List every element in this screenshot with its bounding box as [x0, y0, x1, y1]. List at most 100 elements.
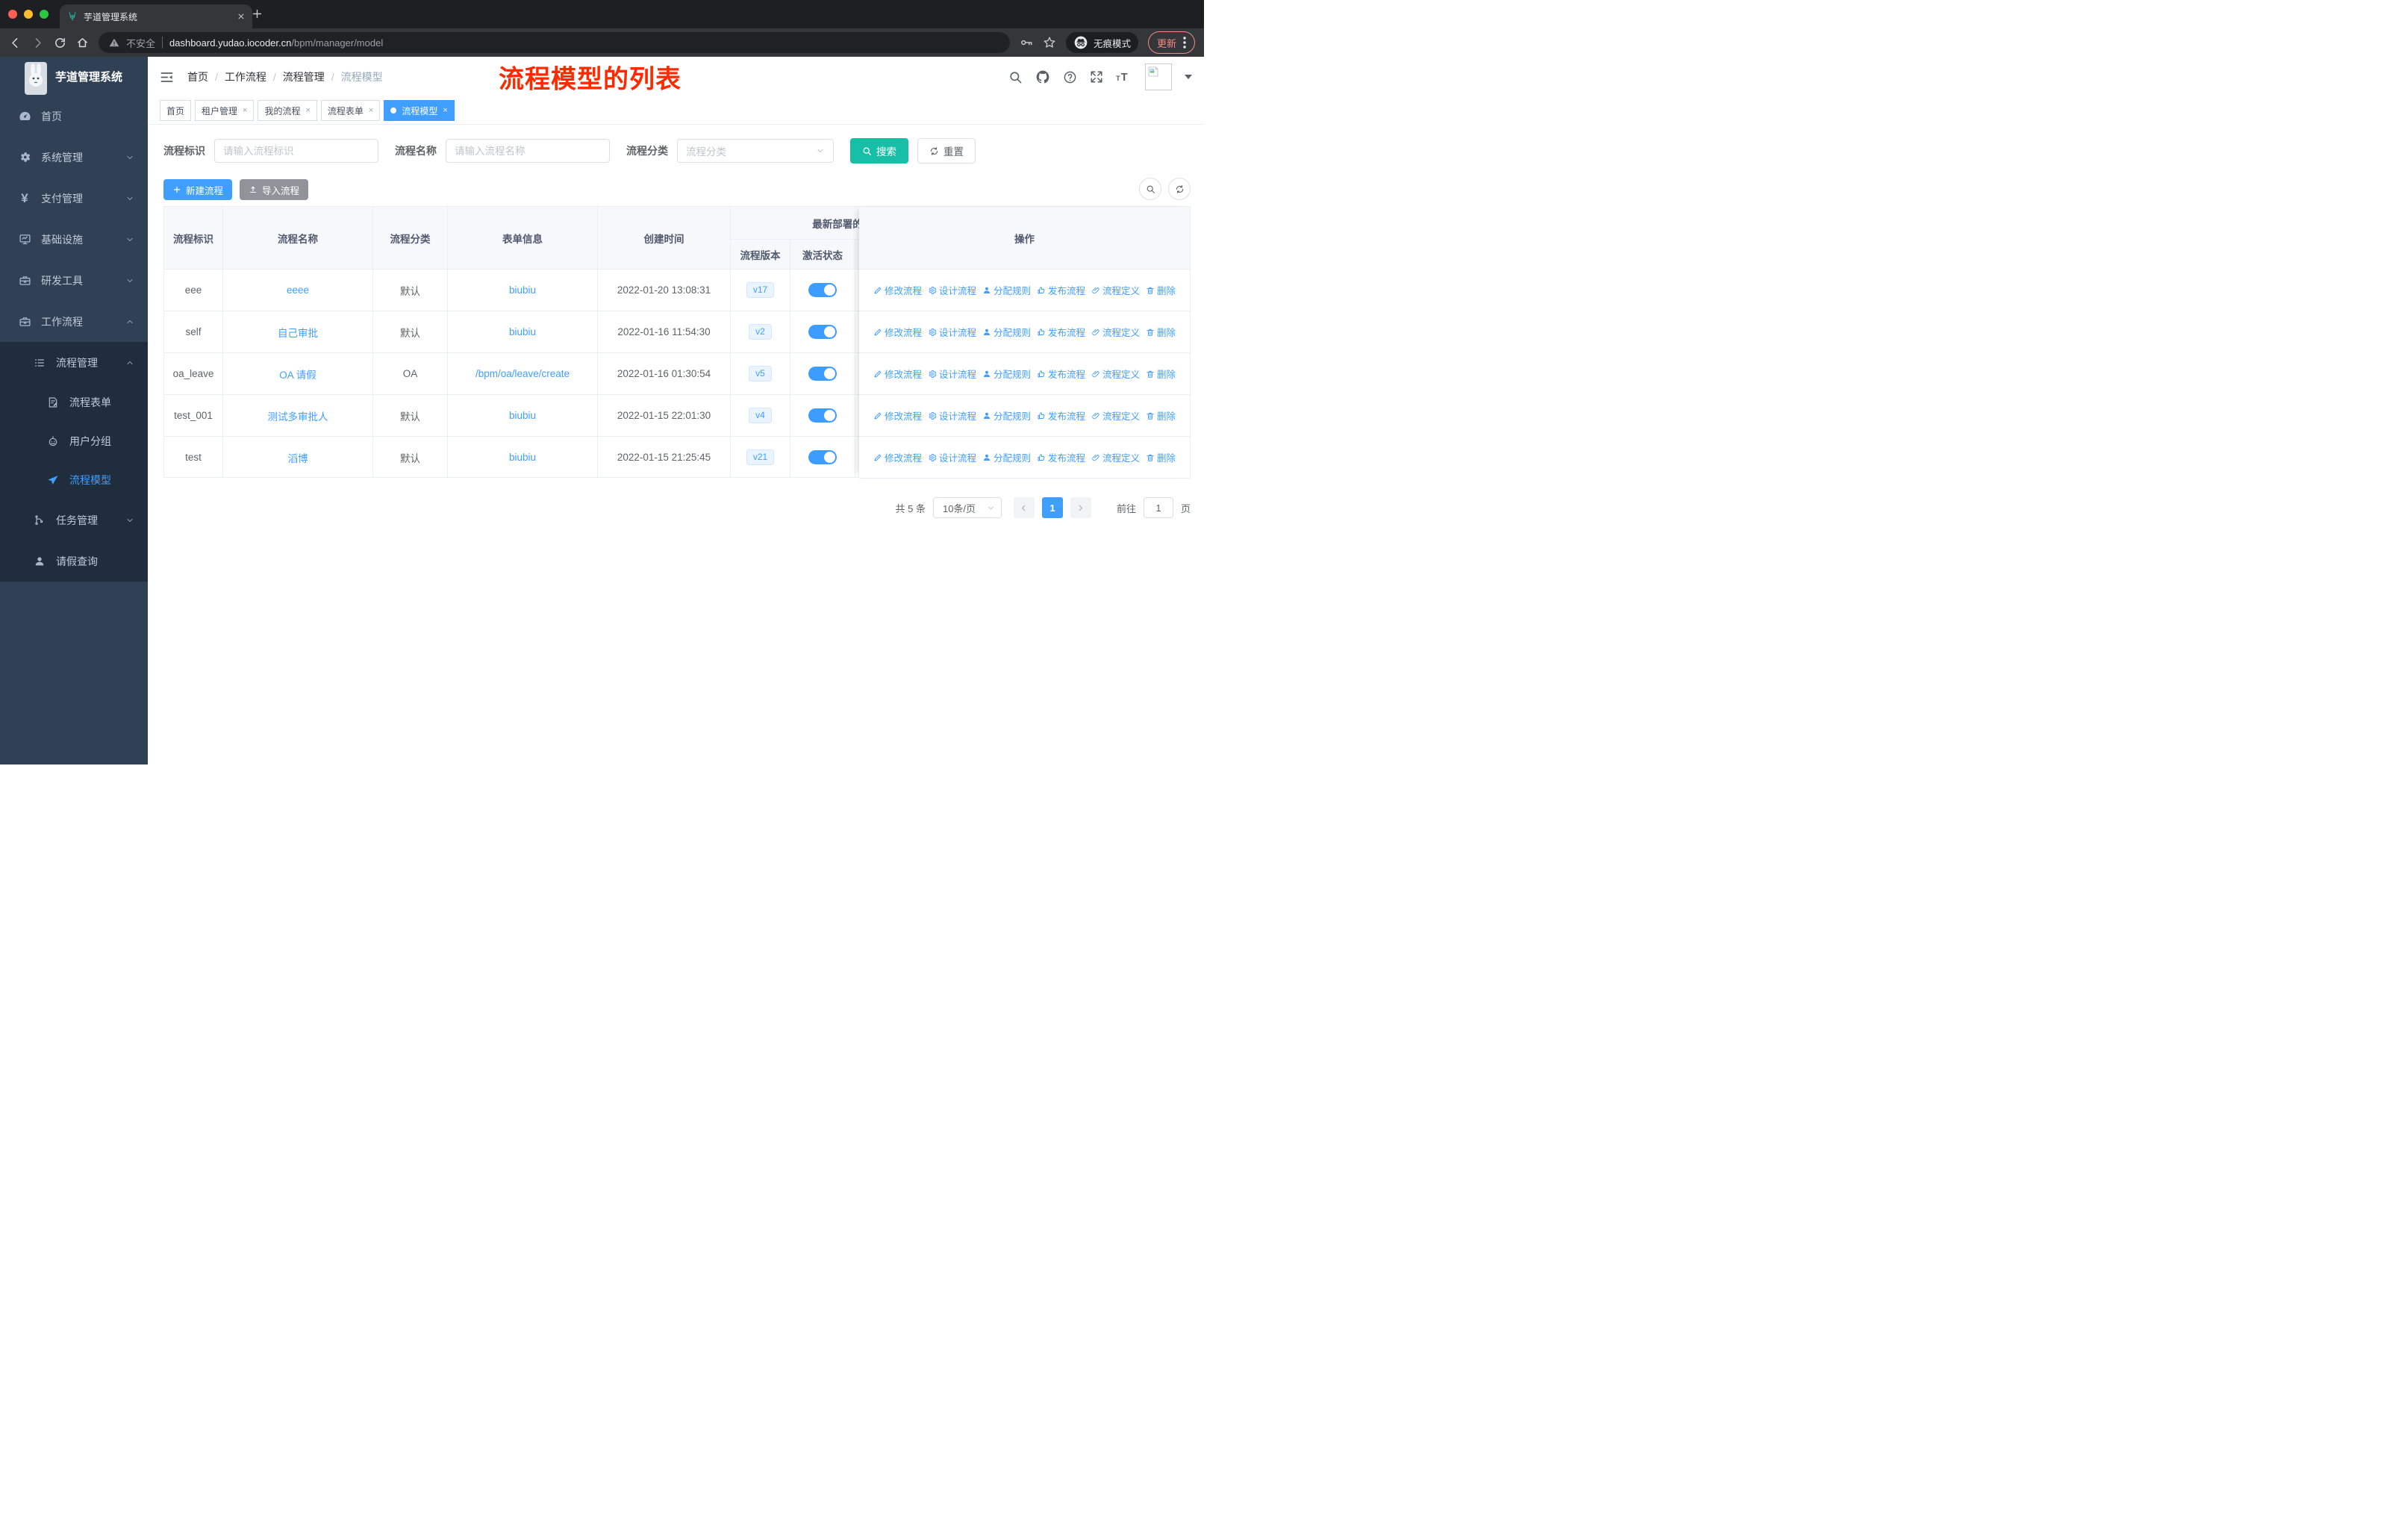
breadcrumb-item[interactable]: 流程管理 — [283, 69, 325, 84]
sidebar-item-home[interactable]: 首页 — [0, 96, 148, 137]
publish-process-action[interactable]: 发布流程 — [1037, 450, 1085, 464]
active-toggle[interactable] — [808, 283, 837, 297]
process-name-link[interactable]: 测试多审批人 — [268, 408, 328, 423]
url-bar[interactable]: 不安全 dashboard.yudao.iocoder.cn/bpm/manag… — [99, 32, 1010, 53]
fullscreen-icon[interactable] — [1090, 70, 1103, 84]
github-icon[interactable] — [1035, 69, 1050, 84]
toggle-search-icon[interactable] — [1139, 178, 1161, 200]
publish-process-action[interactable]: 发布流程 — [1037, 283, 1085, 297]
modify-process-action[interactable]: 修改流程 — [873, 408, 922, 423]
goto-page-input[interactable] — [1143, 497, 1173, 518]
new-tab-button[interactable] — [251, 7, 263, 20]
process-name-link[interactable]: OA 请假 — [279, 367, 316, 382]
modify-process-action[interactable]: 修改流程 — [873, 450, 922, 464]
assign-rule-action[interactable]: 分配规则 — [982, 283, 1031, 297]
form-info-link[interactable]: biubiu — [509, 452, 536, 463]
sidebar-item-infrastructure[interactable]: 基础设施 — [0, 219, 148, 260]
process-name-link[interactable]: 滔博 — [288, 450, 308, 465]
refresh-table-icon[interactable] — [1168, 178, 1191, 200]
sidebar-item-task-management[interactable]: 任务管理 — [0, 499, 148, 541]
form-info-link[interactable]: biubiu — [509, 284, 536, 296]
delete-process-action[interactable]: 删除 — [1146, 325, 1176, 339]
active-toggle[interactable] — [808, 408, 837, 423]
tag-home[interactable]: 首页 — [160, 100, 192, 121]
avatar-caret-icon[interactable] — [1185, 75, 1192, 79]
tag-my-process[interactable]: 我的流程 × — [258, 100, 317, 121]
sidebar-item-system[interactable]: 系统管理 — [0, 137, 148, 178]
process-category-select[interactable]: 流程分类 — [677, 139, 834, 163]
close-window-button[interactable] — [8, 10, 17, 19]
assign-rule-action[interactable]: 分配规则 — [982, 325, 1031, 339]
modify-process-action[interactable]: 修改流程 — [873, 283, 922, 297]
sidebar-item-process-model[interactable]: 流程模型 — [0, 461, 148, 499]
zoom-window-button[interactable] — [40, 10, 49, 19]
font-size-icon[interactable]: TT — [1116, 70, 1132, 84]
minimize-window-button[interactable] — [24, 10, 33, 19]
assign-rule-action[interactable]: 分配规则 — [982, 450, 1031, 464]
next-page-button[interactable] — [1070, 497, 1091, 518]
tag-close-icon[interactable]: × — [443, 106, 447, 115]
version-badge[interactable]: v5 — [749, 365, 772, 382]
design-process-action[interactable]: 设计流程 — [928, 408, 976, 423]
form-info-link[interactable]: /bpm/oa/leave/create — [475, 368, 570, 379]
publish-process-action[interactable]: 发布流程 — [1037, 367, 1085, 381]
search-button[interactable]: 搜索 — [850, 138, 908, 164]
sidebar-item-process-form[interactable]: 流程表单 — [0, 383, 148, 422]
create-process-button[interactable]: 新建流程 — [163, 179, 233, 200]
form-info-link[interactable]: biubiu — [509, 410, 536, 421]
browser-tab[interactable]: 芋道管理系统 — [60, 4, 252, 28]
process-key-input[interactable] — [214, 139, 378, 163]
process-definition-action[interactable]: 流程定义 — [1091, 450, 1140, 464]
delete-process-action[interactable]: 删除 — [1146, 367, 1176, 381]
tag-close-icon[interactable]: × — [369, 106, 373, 115]
delete-process-action[interactable]: 删除 — [1146, 283, 1176, 297]
page-size-select[interactable]: 10条/页 — [932, 497, 1002, 518]
reset-button[interactable]: 重置 — [917, 138, 976, 164]
tab-close-icon[interactable] — [237, 13, 245, 20]
sidebar-item-workflow[interactable]: 工作流程 — [0, 301, 148, 342]
sidebar-item-leave-query[interactable]: 请假查询 — [0, 541, 148, 582]
home-button[interactable] — [76, 37, 89, 49]
modify-process-action[interactable]: 修改流程 — [873, 325, 922, 339]
tag-process-model[interactable]: 流程模型 × — [384, 100, 455, 121]
delete-process-action[interactable]: 删除 — [1146, 450, 1176, 464]
key-icon[interactable] — [1020, 36, 1033, 49]
process-name-input[interactable] — [446, 139, 610, 163]
browser-menu-icon[interactable] — [1183, 37, 1186, 49]
design-process-action[interactable]: 设计流程 — [928, 450, 976, 464]
delete-process-action[interactable]: 删除 — [1146, 408, 1176, 423]
tag-close-icon[interactable]: × — [305, 106, 310, 115]
help-icon[interactable] — [1063, 70, 1077, 84]
browser-update-button[interactable]: 更新 — [1147, 31, 1195, 54]
design-process-action[interactable]: 设计流程 — [928, 283, 976, 297]
process-name-link[interactable]: eeee — [287, 284, 309, 296]
app-logo[interactable]: 芋道管理系统 — [0, 57, 148, 96]
sidebar-item-user-group[interactable]: 用户分组 — [0, 422, 148, 461]
user-avatar[interactable] — [1145, 63, 1172, 90]
process-definition-action[interactable]: 流程定义 — [1091, 408, 1140, 423]
publish-process-action[interactable]: 发布流程 — [1037, 408, 1085, 423]
assign-rule-action[interactable]: 分配规则 — [982, 408, 1031, 423]
active-toggle[interactable] — [808, 325, 837, 339]
bookmark-star-icon[interactable] — [1043, 36, 1056, 49]
active-toggle[interactable] — [808, 450, 837, 464]
breadcrumb-item[interactable]: 首页 — [187, 69, 208, 84]
tag-close-icon[interactable]: × — [243, 106, 247, 115]
version-badge[interactable]: v21 — [746, 449, 775, 466]
tag-tenant[interactable]: 租户管理 × — [195, 100, 255, 121]
form-info-link[interactable]: biubiu — [509, 326, 536, 337]
publish-process-action[interactable]: 发布流程 — [1037, 325, 1085, 339]
process-definition-action[interactable]: 流程定义 — [1091, 283, 1140, 297]
collapse-sidebar-icon[interactable] — [160, 70, 174, 84]
version-badge[interactable]: v4 — [749, 407, 772, 424]
window-controls[interactable] — [8, 10, 49, 19]
forward-button[interactable] — [31, 37, 44, 49]
process-name-link[interactable]: 自己审批 — [278, 325, 318, 340]
breadcrumb-item[interactable]: 工作流程 — [225, 69, 266, 84]
design-process-action[interactable]: 设计流程 — [928, 325, 976, 339]
modify-process-action[interactable]: 修改流程 — [873, 367, 922, 381]
search-icon[interactable] — [1008, 70, 1023, 84]
version-badge[interactable]: v17 — [746, 281, 775, 299]
sidebar-item-process-management[interactable]: 流程管理 — [0, 342, 148, 383]
version-badge[interactable]: v2 — [749, 323, 772, 340]
